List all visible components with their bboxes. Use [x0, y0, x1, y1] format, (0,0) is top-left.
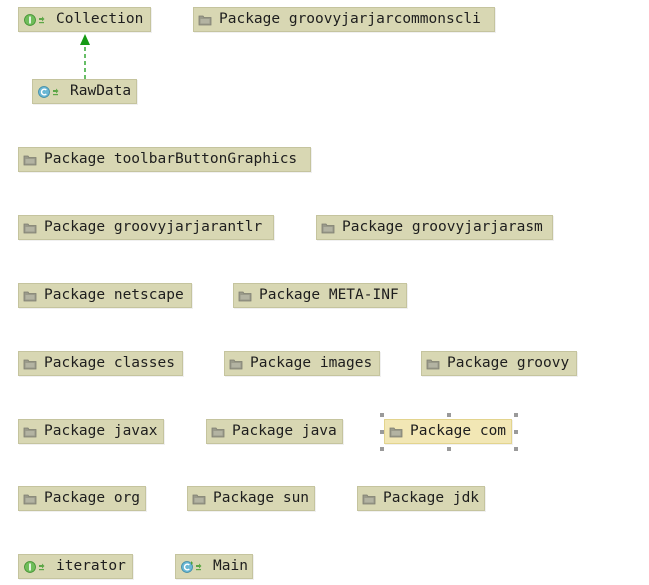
- resize-handle-nw[interactable]: [380, 413, 384, 417]
- node-label: Package javax: [44, 423, 158, 440]
- node-label: Package groovyjarjarasm: [342, 219, 543, 236]
- resize-handle-n[interactable]: [447, 413, 451, 417]
- node-label: Collection: [56, 11, 144, 28]
- node-label: Package org: [44, 490, 141, 507]
- node-package-sun[interactable]: Package sun: [187, 486, 315, 511]
- implements-edge-arrowhead: [80, 34, 90, 45]
- interface-icon: [23, 13, 49, 27]
- package-folder-icon: [23, 154, 37, 166]
- node-package-classes[interactable]: Package classes: [18, 351, 183, 376]
- node-label: RawData: [70, 83, 132, 100]
- node-main[interactable]: Main: [175, 554, 253, 579]
- node-package-netscape[interactable]: Package netscape: [18, 283, 192, 308]
- resize-handle-e[interactable]: [514, 430, 518, 434]
- node-label: Main: [213, 558, 248, 575]
- node-package-org[interactable]: Package org: [18, 486, 146, 511]
- package-folder-icon: [23, 290, 37, 302]
- node-package-jdk[interactable]: Package jdk: [357, 486, 485, 511]
- package-folder-icon: [229, 358, 243, 370]
- node-label: Package META-INF: [259, 287, 399, 304]
- edge-rawdata-implements-collection: [80, 34, 90, 79]
- node-package-images[interactable]: Package images: [224, 351, 380, 376]
- package-folder-icon: [23, 222, 37, 234]
- resize-handle-ne[interactable]: [514, 413, 518, 417]
- node-label: Package groovyjarjarantlr: [44, 219, 263, 236]
- node-label: Package netscape: [44, 287, 184, 304]
- node-label: Package toolbarButtonGraphics: [44, 151, 298, 168]
- node-label: Package images: [250, 355, 373, 372]
- node-label: Package groovy: [447, 355, 570, 372]
- main-class-icon: [180, 560, 206, 574]
- node-label: Package sun: [213, 490, 310, 507]
- package-folder-icon: [23, 493, 37, 505]
- node-label: Package com: [410, 423, 507, 440]
- resize-handle-se[interactable]: [514, 447, 518, 451]
- package-folder-icon: [23, 426, 37, 438]
- package-folder-icon: [192, 493, 206, 505]
- resize-handle-s[interactable]: [447, 447, 451, 451]
- package-folder-icon: [198, 14, 212, 26]
- node-label: Package classes: [44, 355, 175, 372]
- node-package-java[interactable]: Package java: [206, 419, 343, 444]
- package-folder-icon: [211, 426, 225, 438]
- diagram-canvas[interactable]: Collection Package groovyjarjarcommonscl…: [0, 0, 649, 585]
- class-icon: [37, 85, 63, 99]
- node-label: Package jdk: [383, 490, 480, 507]
- node-package-groovy[interactable]: Package groovy: [421, 351, 577, 376]
- node-package-com[interactable]: Package com: [384, 419, 512, 444]
- package-folder-icon: [23, 358, 37, 370]
- package-folder-icon: [362, 493, 376, 505]
- node-package-toolbarbuttongraphics[interactable]: Package toolbarButtonGraphics: [18, 147, 311, 172]
- node-rawdata[interactable]: RawData: [32, 79, 137, 104]
- node-package-groovyjarjarantlr[interactable]: Package groovyjarjarantlr: [18, 215, 274, 240]
- node-collection[interactable]: Collection: [18, 7, 151, 32]
- resize-handle-sw[interactable]: [380, 447, 384, 451]
- node-package-groovyjarjarcommonscli[interactable]: Package groovyjarjarcommonscli: [193, 7, 495, 32]
- node-label: Package groovyjarjarcommonscli: [219, 11, 481, 28]
- node-iterator[interactable]: iterator: [18, 554, 133, 579]
- package-folder-icon: [426, 358, 440, 370]
- interface-icon: [23, 560, 49, 574]
- node-label: Package java: [232, 423, 337, 440]
- node-package-javax[interactable]: Package javax: [18, 419, 164, 444]
- resize-handle-w[interactable]: [380, 430, 384, 434]
- package-folder-icon: [238, 290, 252, 302]
- node-label: iterator: [56, 558, 126, 575]
- package-folder-icon: [321, 222, 335, 234]
- node-package-meta-inf[interactable]: Package META-INF: [233, 283, 407, 308]
- node-package-groovyjarjarasm[interactable]: Package groovyjarjarasm: [316, 215, 553, 240]
- package-folder-icon: [389, 426, 403, 438]
